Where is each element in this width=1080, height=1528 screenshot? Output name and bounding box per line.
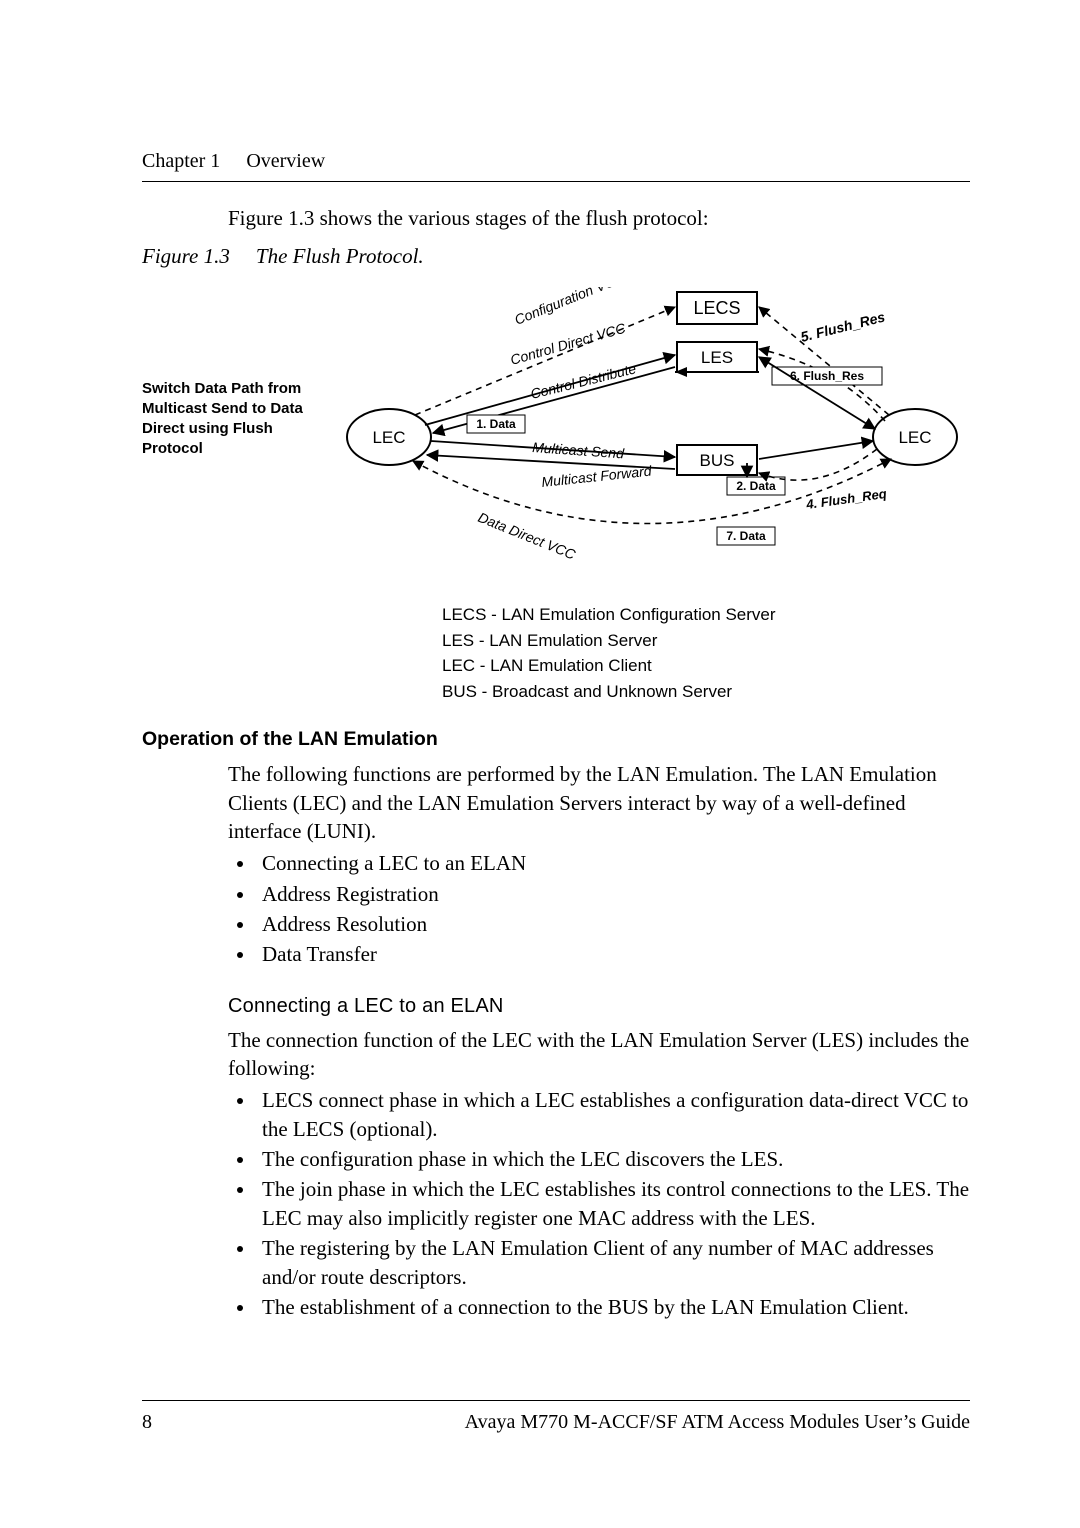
legend-lecs: LECS - LAN Emulation Configuration Serve…: [442, 602, 970, 628]
legend-les: LES - LAN Emulation Server: [442, 628, 970, 654]
figure-caption: Figure 1.3 The Flush Protocol.: [142, 242, 970, 270]
list-item: Address Registration: [256, 880, 970, 908]
list-item: Connecting a LEC to an ELAN: [256, 849, 970, 877]
header-rule: [142, 181, 970, 182]
list-item: The join phase in which the LEC establis…: [256, 1175, 970, 1232]
figure-number: Figure 1.3: [142, 242, 230, 270]
footer-rule: [142, 1400, 970, 1401]
page: Chapter 1 Overview Figure 1.3 shows the …: [0, 0, 1080, 1528]
subsection-heading: Connecting a LEC to an ELAN: [228, 993, 970, 1020]
section-heading: Operation of the LAN Emulation: [142, 726, 970, 752]
section-paragraph: The following functions are performed by…: [228, 760, 970, 845]
footer: 8 Avaya M770 M-ACCF/SF ATM Access Module…: [142, 1400, 970, 1436]
svg-text:LECS: LECS: [693, 298, 740, 318]
subsection-paragraph: The connection function of the LEC with …: [228, 1026, 970, 1083]
subsection-bullet-list: LECS connect phase in which a LEC establ…: [228, 1086, 970, 1321]
figure-title: The Flush Protocol.: [256, 242, 424, 270]
svg-text:6. Flush_Res: 6. Flush_Res: [790, 369, 864, 383]
list-item: LECS connect phase in which a LEC establ…: [256, 1086, 970, 1143]
book-title: Avaya M770 M-ACCF/SF ATM Access Modules …: [465, 1409, 970, 1436]
svg-text:LEC: LEC: [898, 428, 931, 447]
svg-text:Data Direct VCC: Data Direct VCC: [476, 509, 579, 563]
svg-text:Multicast Send: Multicast Send: [532, 439, 626, 461]
svg-text:LEC: LEC: [372, 428, 405, 447]
running-head: Chapter 1 Overview: [142, 148, 970, 175]
svg-text:4. Flush_Req: 4. Flush_Req: [804, 486, 887, 512]
figure-side-caption: Switch Data Path from Multicast Send to …: [142, 379, 317, 460]
figure-diagram: LECS LES BUS LEC LEC Configuration VCC 5…: [317, 287, 970, 594]
svg-text:Configuration VCC: Configuration VCC: [512, 287, 627, 328]
page-number: 8: [142, 1409, 152, 1436]
svg-text:Multicast Forward: Multicast Forward: [541, 462, 654, 490]
figure-legend: LECS - LAN Emulation Configuration Serve…: [442, 602, 970, 704]
svg-text:2. Data: 2. Data: [736, 479, 776, 493]
svg-text:7. Data: 7. Data: [726, 529, 766, 543]
svg-text:1. Data: 1. Data: [476, 417, 516, 431]
figure-intro: Figure 1.3 shows the various stages of t…: [228, 204, 970, 232]
svg-text:5. Flush_Res: 5. Flush_Res: [799, 308, 887, 344]
list-item: Data Transfer: [256, 940, 970, 968]
list-item: The configuration phase in which the LEC…: [256, 1145, 970, 1173]
runhead-title: Overview: [246, 148, 325, 175]
legend-lec: LEC - LAN Emulation Client: [442, 653, 970, 679]
svg-text:BUS: BUS: [700, 451, 735, 470]
list-item: The registering by the LAN Emulation Cli…: [256, 1234, 970, 1291]
svg-text:LES: LES: [701, 348, 733, 367]
list-item: The establishment of a connection to the…: [256, 1293, 970, 1321]
svg-text:Control Direct VCC: Control Direct VCC: [508, 319, 628, 367]
runhead-chapter: Chapter 1: [142, 148, 220, 175]
legend-bus: BUS - Broadcast and Unknown Server: [442, 679, 970, 705]
section-bullet-list: Connecting a LEC to an ELAN Address Regi…: [228, 849, 970, 968]
list-item: Address Resolution: [256, 910, 970, 938]
figure: Switch Data Path from Multicast Send to …: [142, 287, 970, 594]
